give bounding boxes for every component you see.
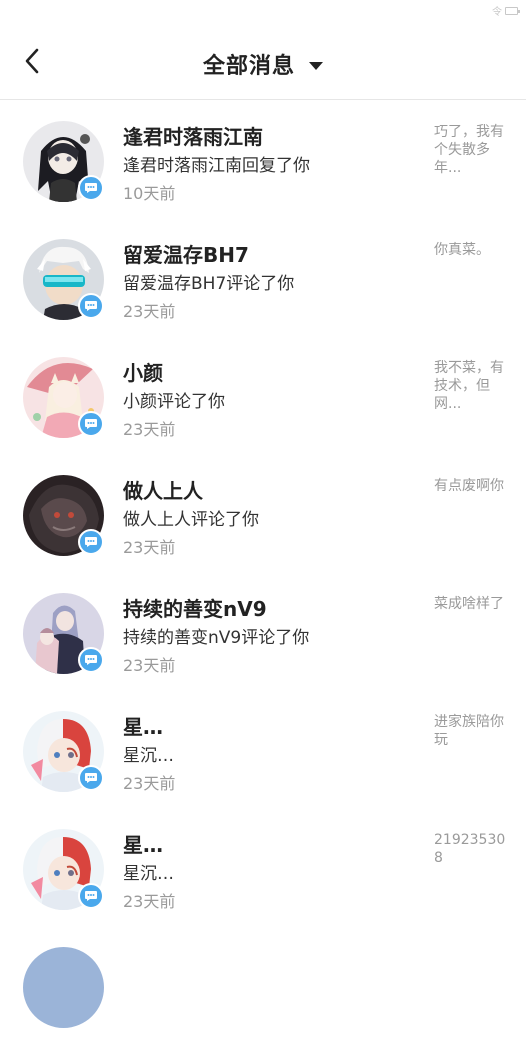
message-row[interactable]: 星… 星沉… 23天前 进家族陪你玩 <box>0 691 526 809</box>
message-preview: 进家族陪你玩 <box>434 714 504 748</box>
chat-bubble-icon <box>78 647 104 673</box>
chat-bubble-icon <box>78 529 104 555</box>
timestamp: 23天前 <box>123 538 176 557</box>
status-icons: 令 <box>492 3 520 18</box>
message-action: 逢君时落雨江南回复了你 <box>123 156 310 176</box>
message-row[interactable] <box>0 927 526 1045</box>
sender-name: 星… <box>123 715 163 739</box>
page-title: 全部消息 <box>202 54 295 79</box>
top-bar: 全部消息 <box>0 22 526 100</box>
status-bar: 令 <box>0 0 526 22</box>
message-preview: 你真菜。 <box>434 242 490 258</box>
message-preview: 菜成啥样了 <box>434 596 504 612</box>
timestamp: 23天前 <box>123 420 176 439</box>
sender-name: 做人上人 <box>123 479 203 503</box>
message-action: 星沉… <box>123 864 174 884</box>
message-action: 做人上人评论了你 <box>123 510 259 530</box>
message-preview: 219235308 <box>434 832 506 866</box>
timestamp: 10天前 <box>123 184 176 203</box>
message-row[interactable]: 做人上人 做人上人评论了你 23天前 有点废啊你 <box>0 455 526 573</box>
sender-name: 持续的善变nV9 <box>123 597 267 621</box>
message-row[interactable]: 小颜 小颜评论了你 23天前 我不菜，有技术，但网... <box>0 337 526 455</box>
chat-bubble-icon <box>78 411 104 437</box>
battery-icon <box>505 6 520 15</box>
chat-bubble-icon <box>78 883 104 909</box>
chat-bubble-icon <box>78 293 104 319</box>
signal-icon: 令 <box>492 7 502 18</box>
message-action: 持续的善变nV9评论了你 <box>123 628 310 648</box>
message-preview: 有点废啊你 <box>434 478 504 494</box>
avatar[interactable] <box>23 947 104 1028</box>
sender-name: 逢君时落雨江南 <box>123 125 263 149</box>
message-row[interactable]: 持续的善变nV9 持续的善变nV9评论了你 23天前 菜成啥样了 <box>0 573 526 691</box>
message-row[interactable]: 留爱温存BH7 留爱温存BH7评论了你 23天前 你真菜。 <box>0 219 526 337</box>
sender-name: 小颜 <box>123 361 163 385</box>
sender-name: 留爱温存BH7 <box>123 243 249 267</box>
message-filter-dropdown[interactable]: 全部消息 <box>0 48 526 80</box>
message-action: 留爱温存BH7评论了你 <box>123 274 295 294</box>
message-row[interactable]: 星… 星沉… 23天前 219235308 <box>0 809 526 927</box>
message-action: 星沉… <box>123 746 174 766</box>
message-preview: 我不菜，有技术，但网... <box>434 360 504 412</box>
message-list: 逢君时落雨江南 逢君时落雨江南回复了你 10天前 巧了，我有个失散多年... 留… <box>0 101 526 1045</box>
timestamp: 23天前 <box>123 302 176 321</box>
message-action: 小颜评论了你 <box>123 392 225 412</box>
timestamp: 23天前 <box>123 774 176 793</box>
chat-bubble-icon <box>78 765 104 791</box>
timestamp: 23天前 <box>123 892 176 911</box>
chat-bubble-icon <box>78 175 104 201</box>
caret-down-icon <box>309 61 323 70</box>
message-row[interactable]: 逢君时落雨江南 逢君时落雨江南回复了你 10天前 巧了，我有个失散多年... <box>0 101 526 219</box>
message-preview: 巧了，我有个失散多年... <box>434 124 504 176</box>
sender-name: 星… <box>123 833 163 857</box>
timestamp: 23天前 <box>123 656 176 675</box>
